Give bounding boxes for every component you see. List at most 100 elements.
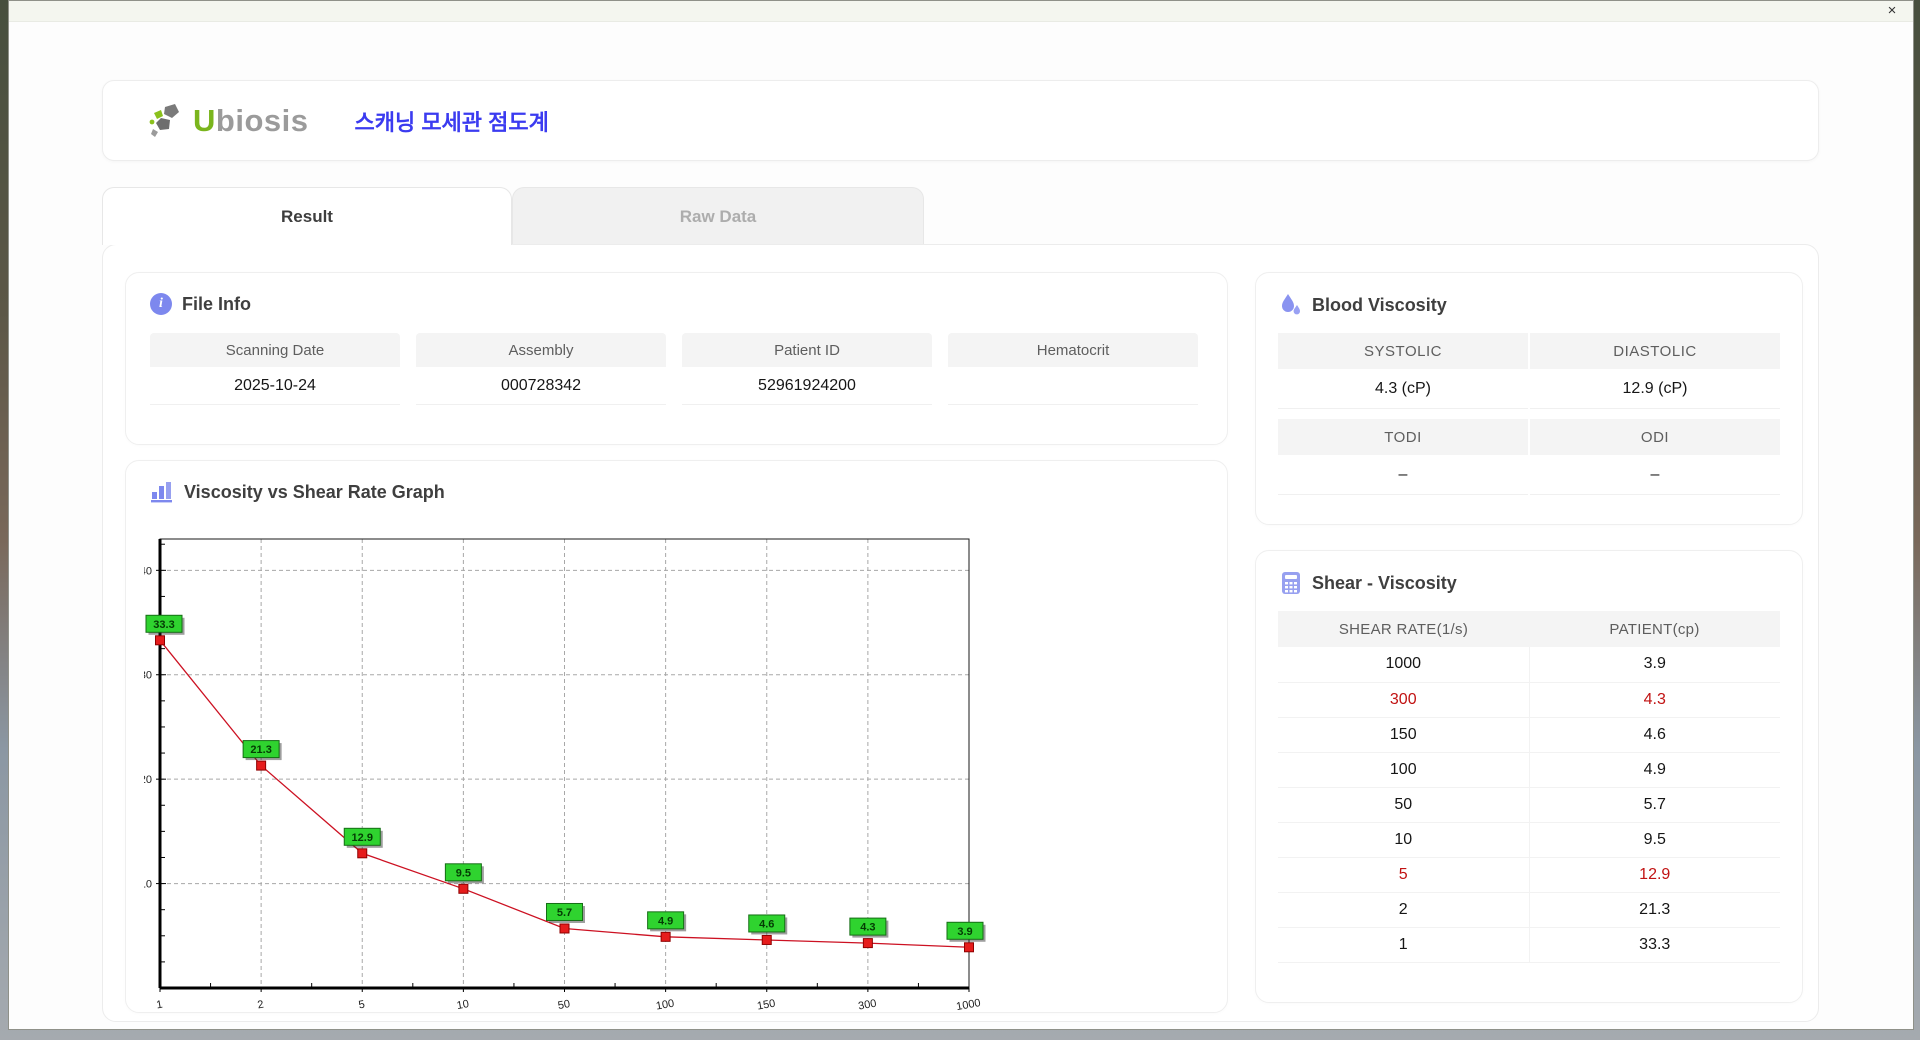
shear-rate-cell: 2 (1278, 892, 1530, 928)
svg-text:150: 150 (756, 998, 776, 1013)
shear-rate-cell: 100 (1278, 752, 1530, 788)
svg-text:21.3: 21.3 (250, 744, 271, 756)
ubiosis-logo-mark (149, 103, 179, 137)
patient-cell: 9.5 (1529, 822, 1780, 858)
table-row: 10 9.5 (1278, 822, 1780, 858)
brand: Ubiosis (145, 101, 308, 141)
blood-viscosity-title: Blood Viscosity (1312, 294, 1447, 315)
todi-label: TODI (1278, 419, 1528, 455)
systolic-label: SYSTOLIC (1278, 333, 1528, 369)
patient-cell: 4.6 (1529, 717, 1780, 753)
svg-text:40: 40 (144, 565, 152, 577)
graph-title: Viscosity vs Shear Rate Graph (184, 481, 445, 502)
svg-text:4.6: 4.6 (759, 918, 774, 930)
file-info-heading: i File Info (126, 273, 1227, 315)
blood-viscosity-heading: Blood Viscosity (1256, 273, 1802, 317)
field-label: Assembly (416, 333, 666, 367)
app-title-korean: 스캐닝 모세관 점도계 (354, 109, 549, 135)
systolic-value: 4.3 (cP) (1278, 369, 1528, 409)
svg-text:4.9: 4.9 (658, 915, 673, 927)
svg-text:10: 10 (456, 998, 470, 1012)
shear-rate-cell: 5 (1278, 857, 1530, 893)
shear-viscosity-card: Shear - Viscosity SHEAR RATE(1/s) PATIEN… (1255, 550, 1803, 1003)
table-row: 1 33.3 (1278, 927, 1780, 963)
file-info-card: i File Info Scanning Date 2025-10-24 Ass… (125, 272, 1228, 445)
table-row: 150 4.6 (1278, 717, 1780, 753)
patient-column-header: PATIENT(cp) (1529, 611, 1780, 647)
bar-chart-icon (151, 482, 172, 503)
diastolic-label: DIASTOLIC (1530, 333, 1780, 369)
shear-rate-cell: 50 (1278, 787, 1530, 823)
table-row: 2 21.3 (1278, 892, 1780, 928)
viscosity-chart: 10 20 30 40 1 2 5 10 50 100 150 300 1000 33.3 21.3 12.9… (144, 538, 986, 1013)
patient-cell: 21.3 (1529, 892, 1780, 928)
svg-text:2: 2 (257, 999, 265, 1012)
tab-result[interactable]: Result (102, 187, 512, 245)
field-label: Scanning Date (150, 333, 400, 367)
shear-rate-cell: 1000 (1278, 647, 1530, 683)
table-header-row: SHEAR RATE(1/s) PATIENT(cp) (1278, 611, 1780, 647)
diastolic-value: 12.9 (cP) (1530, 369, 1780, 409)
field-value (948, 367, 1198, 405)
main-panel: i File Info Scanning Date 2025-10-24 Ass… (102, 244, 1819, 1022)
app-window: × Ubiosis 스캐닝 모세관 점도계 Result Raw Data i … (8, 0, 1914, 1030)
svg-text:33.3: 33.3 (153, 619, 174, 631)
patient-cell: 4.9 (1529, 752, 1780, 788)
blood-viscosity-grid: SYSTOLIC DIASTOLIC 4.3 (cP) 12.9 (cP) TO… (1278, 333, 1780, 495)
shear-viscosity-table: SHEAR RATE(1/s) PATIENT(cp) 1000 3.9 300 4.… (1278, 611, 1780, 963)
patient-cell: 5.7 (1529, 787, 1780, 823)
droplets-icon (1282, 294, 1300, 315)
field-value: 2025-10-24 (150, 367, 400, 405)
svg-text:1: 1 (155, 999, 163, 1012)
table-row: 50 5.7 (1278, 787, 1780, 823)
field-value: 52961924200 (682, 367, 932, 405)
svg-text:300: 300 (857, 998, 877, 1013)
svg-text:5.7: 5.7 (557, 907, 572, 919)
brand-text: Ubiosis (193, 103, 308, 139)
table-row: 1000 3.9 (1278, 647, 1780, 683)
svg-text:10: 10 (144, 879, 152, 891)
todi-value: – (1278, 455, 1528, 495)
shear-rate-cell: 10 (1278, 822, 1530, 858)
field-scanning-date: Scanning Date 2025-10-24 (150, 333, 400, 405)
svg-text:3.9: 3.9 (957, 926, 972, 938)
svg-text:1000: 1000 (955, 997, 981, 1013)
brand-u: U (193, 102, 216, 138)
graph-heading: Viscosity vs Shear Rate Graph (126, 461, 1227, 503)
tab-raw-data[interactable]: Raw Data (512, 187, 924, 245)
svg-text:30: 30 (144, 670, 152, 682)
table-row: 300 4.3 (1278, 682, 1780, 718)
file-info-fields: Scanning Date 2025-10-24 Assembly 000728… (126, 315, 1227, 405)
field-value: 000728342 (416, 367, 666, 405)
svg-text:12.9: 12.9 (352, 832, 373, 844)
blood-viscosity-card: Blood Viscosity SYSTOLIC DIASTOLIC 4.3 (… (1255, 272, 1803, 525)
shear-viscosity-heading: Shear - Viscosity (1256, 551, 1802, 595)
close-icon[interactable]: × (1877, 1, 1907, 21)
field-label: Patient ID (682, 333, 932, 367)
odi-value: – (1530, 455, 1780, 495)
brand-rest: biosis (215, 102, 309, 138)
patient-cell: 4.3 (1529, 682, 1780, 718)
table-row: 100 4.9 (1278, 752, 1780, 788)
svg-text:100: 100 (655, 998, 675, 1013)
shear-rate-cell: 150 (1278, 717, 1530, 753)
svg-text:50: 50 (557, 998, 571, 1012)
svg-text:9.5: 9.5 (456, 867, 471, 879)
svg-text:20: 20 (144, 774, 152, 786)
field-assembly: Assembly 000728342 (416, 333, 666, 405)
patient-cell: 3.9 (1529, 647, 1780, 683)
field-patient-id: Patient ID 52961924200 (682, 333, 932, 405)
odi-label: ODI (1530, 419, 1780, 455)
info-icon: i (150, 293, 172, 315)
field-hematocrit: Hematocrit (948, 333, 1198, 405)
shear-table-body: 1000 3.9 300 4.3 150 4.6 100 4.9 50 5.7 10 9.5 5 12.9… (1278, 647, 1780, 963)
shear-rate-cell: 300 (1278, 682, 1530, 718)
svg-text:5: 5 (358, 999, 366, 1012)
page: Ubiosis 스캐닝 모세관 점도계 Result Raw Data i Fi… (9, 22, 1913, 1029)
title-bar: × (9, 1, 1913, 22)
shear-viscosity-title: Shear - Viscosity (1312, 572, 1457, 593)
shear-rate-column-header: SHEAR RATE(1/s) (1278, 611, 1529, 647)
file-info-title: File Info (182, 293, 251, 314)
patient-cell: 12.9 (1529, 857, 1780, 893)
